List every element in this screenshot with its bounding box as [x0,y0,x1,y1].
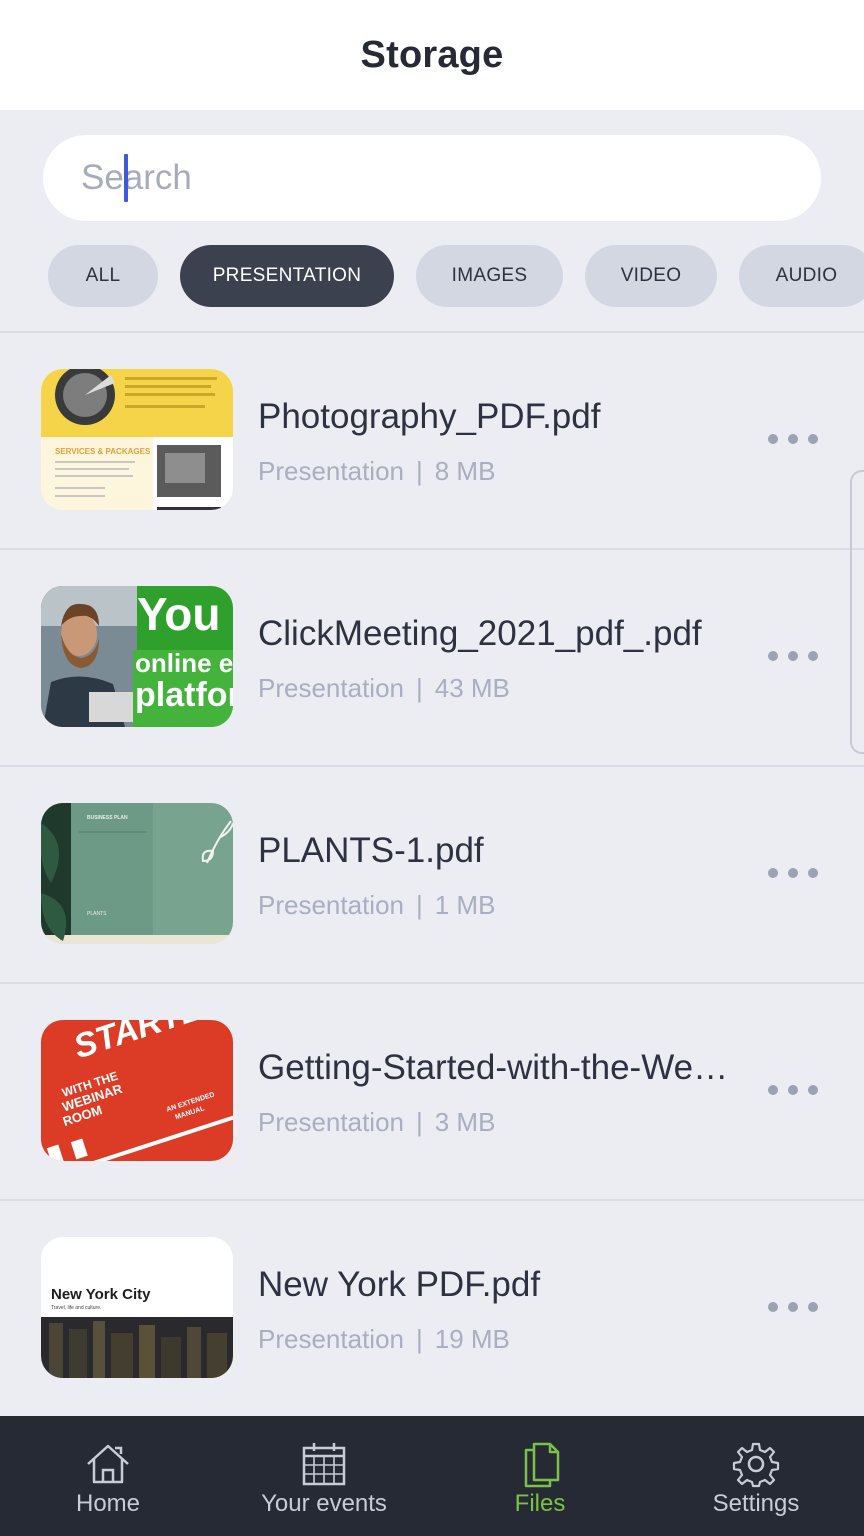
file-name: ClickMeeting_2021_pdf_.pdf [258,614,702,653]
file-row[interactable]: You online eve platfor ClickMeeting_2021… [0,550,864,767]
tab-label: Your events [261,1490,387,1517]
thumb-heading: online eve [135,648,233,678]
file-thumbnail: BUSINESS PLAN PLANTS [41,803,233,944]
thumb-heading: SERVICES & PACKAGES [55,447,151,456]
thumb-heading: Travel, life and culture. [51,1305,101,1311]
dot-icon [808,1302,818,1312]
search-input[interactable] [81,148,821,208]
tab-label: Files [514,1490,566,1517]
meta-separator: | [415,1107,423,1137]
file-thumbnail: You online eve platfor [41,586,233,727]
file-meta: Presentation | 1 MB [258,890,495,921]
more-options-button[interactable] [762,1080,824,1100]
file-size: 43 MB [434,673,510,703]
file-name: New York PDF.pdf [258,1265,541,1304]
file-meta: Presentation | 43 MB [258,673,510,704]
page-title: Storage [360,33,504,76]
file-name: Getting-Started-with-the-Webinar-Room.pd… [258,1048,744,1087]
thumb-heading: You [137,588,220,640]
more-options-button[interactable] [762,429,824,449]
thumb-heading: New York City [51,1286,151,1303]
meta-separator: | [415,456,423,486]
file-type: Presentation [258,1324,404,1354]
file-meta: Presentation | 3 MB [258,1107,495,1138]
file-thumbnail: STARTED WITH THE WEBINAR ROOM AN EXTENDE… [41,1020,233,1161]
file-row[interactable]: BUSINESS PLAN PLANTS PLANTS-1.pdf Presen… [0,767,864,984]
file-size: 1 MB [434,890,496,920]
file-size: 8 MB [434,456,496,486]
tab-home[interactable]: Home [0,1416,216,1536]
dot-icon [788,1085,798,1095]
tab-settings[interactable]: Settings [648,1416,864,1536]
dot-icon [808,868,818,878]
dot-icon [768,1302,778,1312]
dot-icon [768,434,778,444]
dot-icon [788,434,798,444]
bottom-tab-bar: Home Your events Files Settings [0,1416,864,1536]
thumb-heading: platfor [135,676,233,714]
more-options-button[interactable] [762,1297,824,1317]
filter-chip-presentation[interactable]: PRESENTATION [180,245,394,307]
dot-icon [768,651,778,661]
file-thumbnail: New York City Travel, life and culture. [41,1237,233,1378]
search-bar[interactable] [43,135,821,221]
gear-icon [732,1442,780,1488]
dot-icon [768,868,778,878]
filter-chip-video[interactable]: VIDEO [585,245,717,307]
file-size: 19 MB [434,1324,510,1354]
app-header: Storage [0,0,864,110]
dot-icon [768,1085,778,1095]
dot-icon [788,868,798,878]
file-meta: Presentation | 8 MB [258,456,495,487]
file-row[interactable]: SERVICES & PACKAGES Photography_PDF.pdf … [0,333,864,550]
home-icon [87,1444,129,1484]
filter-chip-images[interactable]: IMAGES [416,245,563,307]
file-type: Presentation [258,456,404,486]
filter-chip-all[interactable]: ALL [48,245,158,307]
thumb-heading: BUSINESS PLAN [87,815,128,821]
thumb-heading: PLANTS [87,911,107,917]
file-icon [524,1442,560,1488]
file-name: Photography_PDF.pdf [258,397,601,436]
file-thumbnail: SERVICES & PACKAGES [41,369,233,510]
file-row[interactable]: STARTED WITH THE WEBINAR ROOM AN EXTENDE… [0,984,864,1201]
tab-your-events[interactable]: Your events [216,1416,432,1536]
filter-chip-audio[interactable]: AUDIO [739,245,864,307]
tab-label: Settings [712,1490,800,1517]
file-row[interactable]: New York City Travel, life and culture. … [0,1201,864,1418]
calendar-icon [302,1443,346,1486]
file-size: 3 MB [434,1107,496,1137]
file-list: SERVICES & PACKAGES Photography_PDF.pdf … [0,333,864,1418]
dot-icon [808,434,818,444]
file-name: PLANTS-1.pdf [258,831,484,870]
file-type: Presentation [258,673,404,703]
dot-icon [808,651,818,661]
file-type: Presentation [258,1107,404,1137]
file-meta: Presentation | 19 MB [258,1324,510,1355]
meta-separator: | [415,890,423,920]
dot-icon [788,1302,798,1312]
file-type: Presentation [258,890,404,920]
tab-files[interactable]: Files [432,1416,648,1536]
dot-icon [808,1085,818,1095]
meta-separator: | [415,673,423,703]
meta-separator: | [415,1324,423,1354]
more-options-button[interactable] [762,646,824,666]
text-caret [124,154,128,202]
dot-icon [788,651,798,661]
scrollbar[interactable] [850,470,864,754]
filter-chips: ALL PRESENTATION IMAGES VIDEO AUDIO [48,245,864,307]
tab-label: Home [75,1490,141,1517]
more-options-button[interactable] [762,863,824,883]
